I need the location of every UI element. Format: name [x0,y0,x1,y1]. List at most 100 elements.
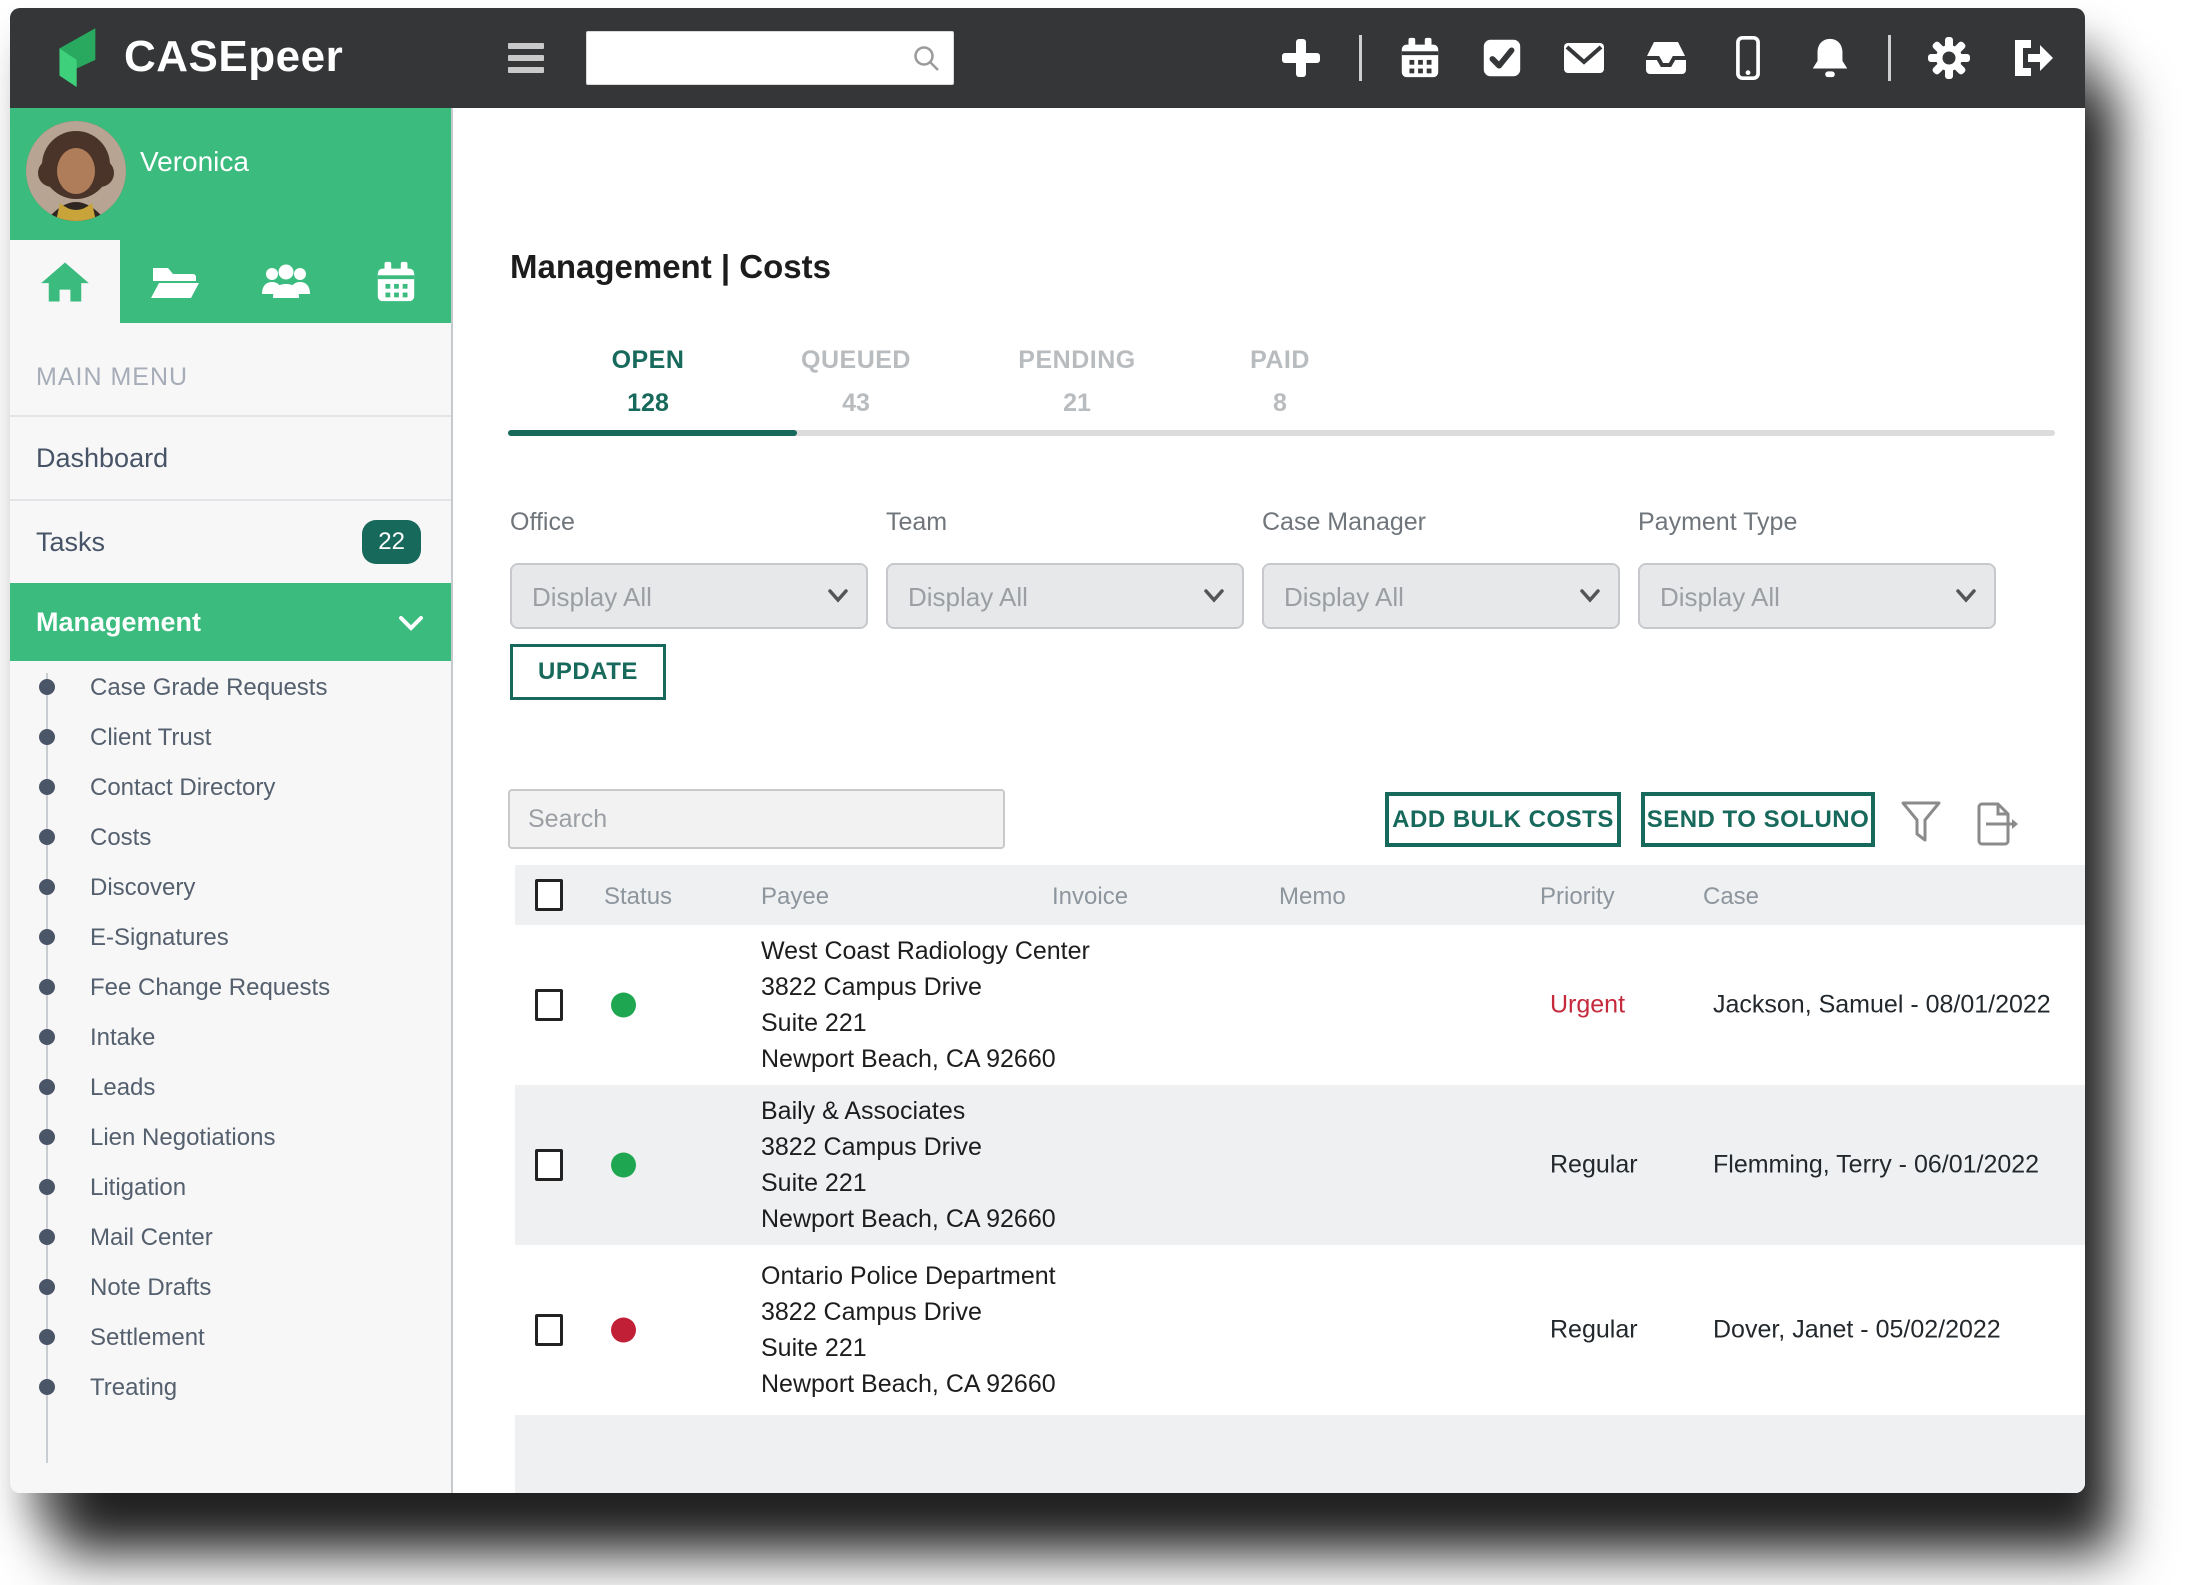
folder-icon [149,260,201,304]
submenu-discovery[interactable]: Discovery [90,874,420,902]
submenu-contact-directory[interactable]: Contact Directory [90,774,420,802]
tab-calendar[interactable] [341,240,451,323]
priority-cell: Urgent [1550,991,1625,1020]
office-filter-select[interactable]: Display All [510,563,868,629]
tab-home[interactable] [10,240,120,323]
update-button[interactable]: UPDATE [510,644,666,700]
topbar-separator [1359,35,1362,81]
sidebar: Veronica MAIN MENU Dashboard [10,108,453,1493]
team-filter-select[interactable]: Display All [886,563,1244,629]
search-icon [911,43,943,80]
submenu-settlement[interactable]: Settlement [90,1324,420,1352]
column-payee: Payee [761,883,829,911]
submenu-mail-center[interactable]: Mail Center [90,1224,420,1252]
submenu-fee-change-requests[interactable]: Fee Change Requests [90,974,420,1002]
case-manager-filter-select[interactable]: Display All [1262,563,1620,629]
app-logo[interactable]: CASEpeer [52,24,343,90]
export-icon[interactable] [1970,800,2018,853]
tab-contacts[interactable] [231,240,341,323]
status-dot-green [611,993,636,1018]
column-case: Case [1703,883,1759,911]
global-search-box [586,31,954,85]
hamburger-menu-icon[interactable] [508,36,550,80]
filter-case-manager: Case Manager Display All [1262,508,1620,629]
logo-text: CASEpeer [124,32,343,82]
settings-gear-icon[interactable] [1925,34,1973,82]
add-icon[interactable] [1277,34,1325,82]
global-search-input[interactable] [599,32,899,84]
mail-icon[interactable] [1560,34,1608,82]
table-row[interactable]: Baily & Associates 3822 Campus Drive Sui… [515,1085,2085,1245]
filter-office: Office Display All [510,508,868,629]
tasks-check-icon[interactable] [1478,34,1526,82]
submenu-client-trust[interactable]: Client Trust [90,724,420,752]
submenu-treating[interactable]: Treating [90,1374,420,1402]
tab-paid[interactable]: PAID8 [1170,346,1390,418]
notifications-bell-icon[interactable] [1806,34,1854,82]
costs-table: Status Payee Invoice Memo Priority Case … [515,865,2085,1493]
row-checkbox[interactable] [535,1149,563,1181]
submenu-e-signatures[interactable]: E-Signatures [90,924,420,952]
sign-out-icon[interactable] [2007,34,2055,82]
chevron-down-icon [828,589,848,603]
tab-cases[interactable] [120,240,230,323]
status-dot-green [611,1153,636,1178]
calendar-icon[interactable] [1396,34,1444,82]
tab-underline [508,430,2055,436]
case-cell: Jackson, Samuel - 08/01/2022 [1713,991,2051,1020]
chevron-down-icon [1956,589,1976,603]
submenu-lien-negotiations[interactable]: Lien Negotiations [90,1124,420,1152]
status-tabs: OPEN128 QUEUED43 PENDING21 PAID8 [508,346,2055,438]
table-header: Status Payee Invoice Memo Priority Case [515,865,2085,925]
table-row-partial [515,1415,2085,1493]
payment-type-filter-select[interactable]: Display All [1638,563,1996,629]
submenu-intake[interactable]: Intake [90,1024,420,1052]
select-all-checkbox[interactable] [535,879,563,911]
table-row[interactable]: Ontario Police Department 3822 Campus Dr… [515,1245,2085,1415]
case-cell: Dover, Janet - 05/02/2022 [1713,1316,2001,1345]
profile-header: Veronica [10,108,451,323]
sidebar-tab-row [10,240,451,323]
sidebar-item-dashboard[interactable]: Dashboard [10,417,451,499]
row-checkbox[interactable] [535,989,563,1021]
main-content: Management | Costs OPEN128 QUEUED43 PEND… [453,108,2085,1493]
tab-open[interactable]: OPEN128 [538,346,758,418]
sidebar-item-management[interactable]: Management [10,583,451,661]
chevron-down-icon [399,607,423,638]
case-cell: Flemming, Terry - 06/01/2022 [1713,1151,2039,1180]
mobile-icon[interactable] [1724,34,1772,82]
payee-cell: West Coast Radiology Center 3822 Campus … [761,933,1090,1077]
users-icon [259,260,313,304]
priority-cell: Regular [1550,1151,1638,1180]
page-title: Management | Costs [510,248,831,286]
submenu-litigation[interactable]: Litigation [90,1174,420,1202]
column-priority: Priority [1540,883,1615,911]
add-bulk-costs-button[interactable]: ADD BULK COSTS [1385,792,1621,847]
filter-funnel-icon[interactable] [1900,800,1942,851]
row-checkbox[interactable] [535,1314,563,1346]
inbox-icon[interactable] [1642,34,1690,82]
home-icon [39,258,91,306]
send-to-soluno-button[interactable]: SEND TO SOLUNO [1641,792,1875,847]
table-row[interactable]: West Coast Radiology Center 3822 Campus … [515,925,2085,1085]
chevron-down-icon [1580,589,1600,603]
topbar-icon-group [1277,8,2055,108]
submenu-costs[interactable]: Costs [90,824,420,852]
top-bar: CASEpeer [10,8,2085,108]
column-status: Status [604,883,672,911]
user-avatar[interactable] [26,121,126,221]
tasks-count-badge: 22 [362,520,421,564]
submenu-note-drafts[interactable]: Note Drafts [90,1274,420,1302]
tab-queued[interactable]: QUEUED43 [746,346,966,418]
sidebar-item-tasks[interactable]: Tasks 22 [10,501,451,583]
user-name: Veronica [140,146,249,178]
calendar-icon [373,259,419,305]
submenu-case-grade-requests[interactable]: Case Grade Requests [90,674,420,702]
submenu-leads[interactable]: Leads [90,1074,420,1102]
tab-pending[interactable]: PENDING21 [967,346,1187,418]
table-search-box [508,789,1005,849]
table-search-input[interactable] [528,793,988,845]
filter-team: Team Display All [886,508,1244,629]
app-window: CASEpeer [10,8,2085,1493]
column-invoice: Invoice [1052,883,1128,911]
